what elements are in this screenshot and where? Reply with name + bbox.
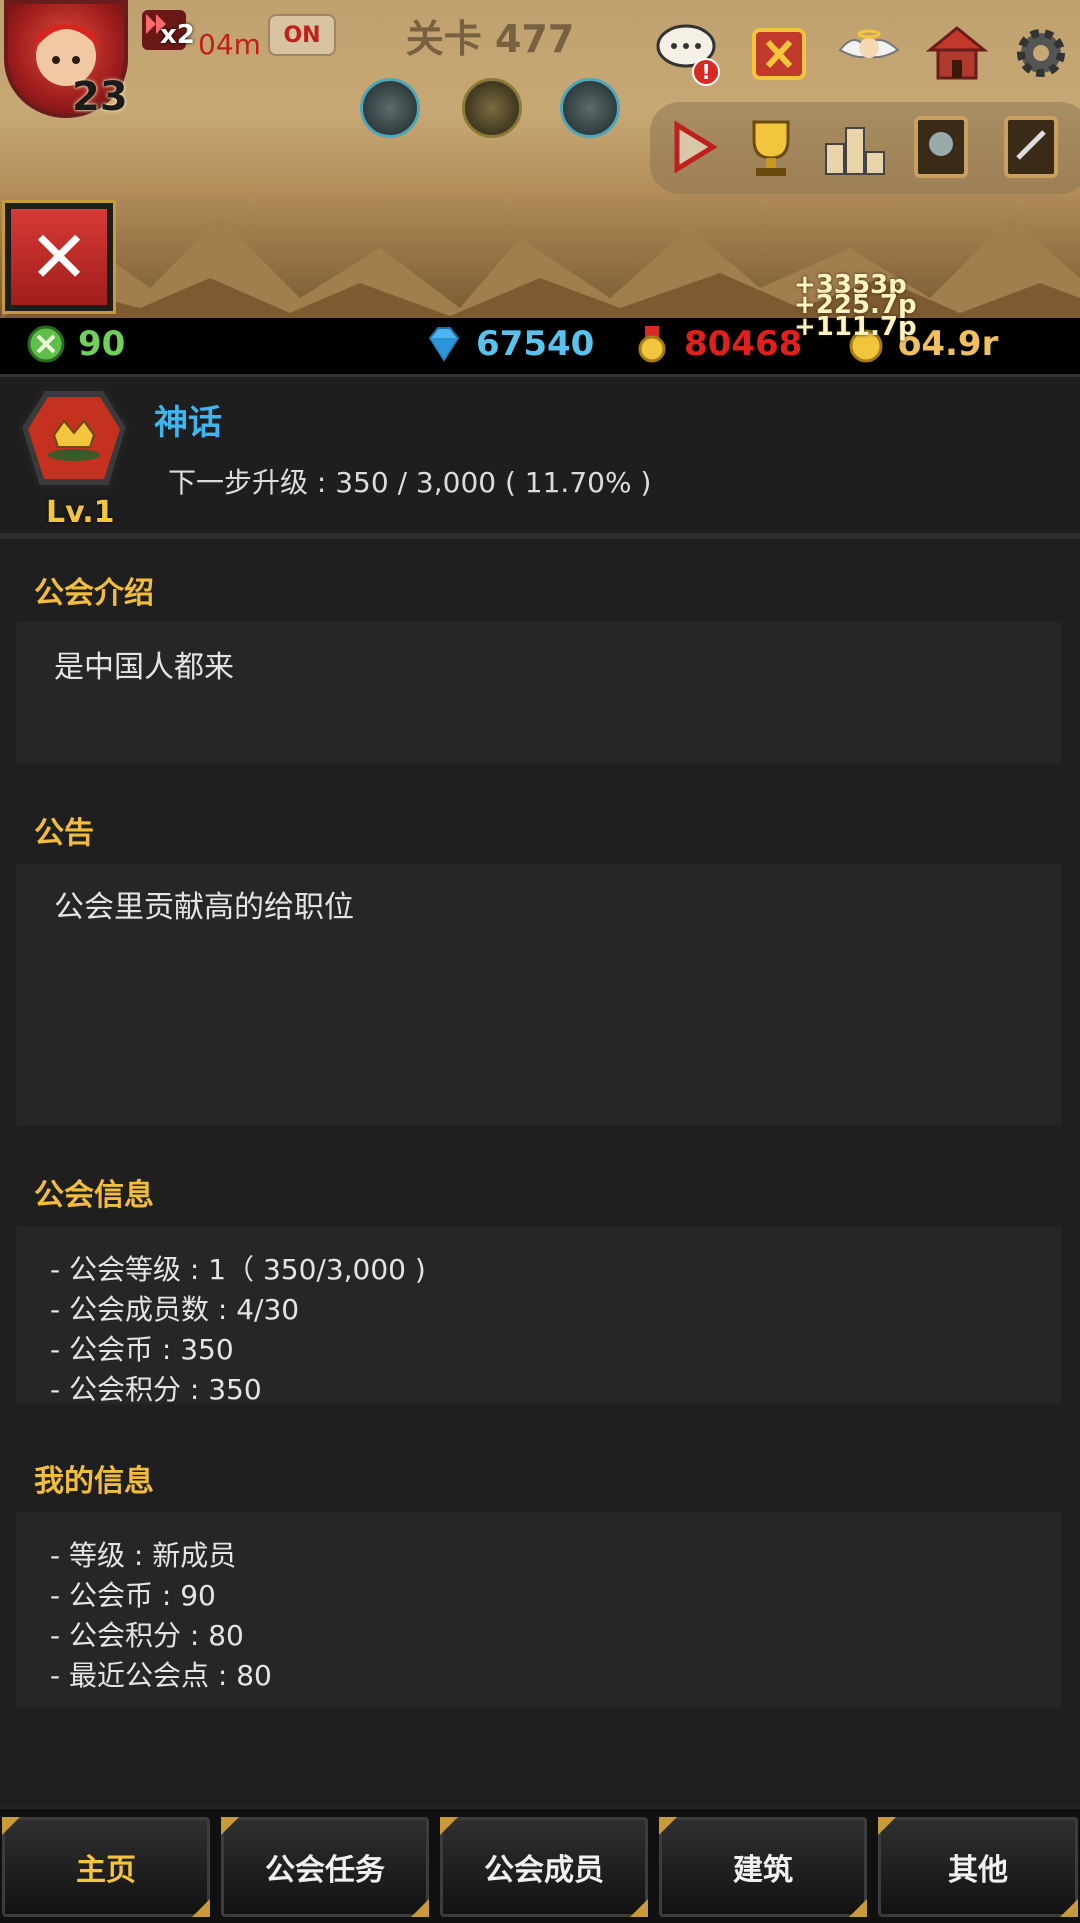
- my-info-line: - 公会币 : 90: [50, 1579, 216, 1612]
- mountain-background: [0, 218, 1080, 318]
- tab-guild-members[interactable]: 公会成员: [440, 1817, 648, 1917]
- shop-house-icon[interactable]: [924, 20, 990, 86]
- guild-info-title: 公会信息: [34, 1178, 154, 1213]
- medal-counter: 80468: [632, 324, 802, 364]
- my-info-line: - 最近公会点 : 80: [50, 1659, 272, 1692]
- skill-slot-2[interactable]: [462, 78, 522, 138]
- ranking-podium-icon[interactable]: [818, 110, 892, 184]
- guild-coin-value: 90: [78, 324, 126, 364]
- event-shield-icon[interactable]: [746, 20, 812, 86]
- svg-text:!: !: [701, 60, 710, 84]
- guild-info-line: - 公会币 : 350: [50, 1333, 234, 1366]
- guild-intro-title: 公会介绍: [34, 576, 154, 611]
- tab-guild-quests[interactable]: 公会任务: [221, 1817, 429, 1917]
- notice-panel: 公会里贡献高的给职位: [16, 864, 1062, 1126]
- my-info-line: - 公会积分 : 80: [50, 1619, 244, 1652]
- hero-book-icon[interactable]: [904, 110, 978, 184]
- guild-intro-text: 是中国人都来: [54, 650, 234, 685]
- quest-book-icon[interactable]: [994, 110, 1068, 184]
- angel-icon[interactable]: [836, 20, 902, 86]
- play-icon[interactable]: [656, 110, 730, 184]
- guild-name: 神话: [154, 403, 222, 443]
- notice-text: 公会里贡献高的给职位: [54, 890, 354, 925]
- speed-toggle[interactable]: ON: [268, 14, 336, 56]
- close-button[interactable]: ✕: [2, 200, 116, 314]
- guild-upgrade-progress: 下一步升级 : 350 / 3,000 ( 11.70% ): [168, 466, 652, 499]
- speed-multiplier: x2: [160, 20, 195, 50]
- guild-info-panel: - 公会等级 : 1（ 350/3,000 ) - 公会成员数 : 4/30 -…: [16, 1226, 1062, 1406]
- my-info-title: 我的信息: [34, 1464, 154, 1499]
- guild-info-line: - 公会成员数 : 4/30: [50, 1293, 300, 1326]
- skill-slot-1[interactable]: [360, 78, 420, 138]
- chat-alert-icon[interactable]: !: [656, 20, 722, 86]
- floating-gain-text: +111.7p: [794, 312, 917, 342]
- guild-intro-panel: 是中国人都来: [16, 622, 1062, 764]
- my-info-line: - 等级 : 新成员: [50, 1539, 237, 1572]
- game-scene: 23 x2 04m ON 关卡 477 ! ✕ +3353p +225.7p: [0, 0, 1080, 318]
- player-level: 23: [72, 74, 128, 120]
- tab-other[interactable]: 其他: [878, 1817, 1078, 1917]
- guild-coin-counter: 90: [26, 324, 125, 364]
- gear-icon[interactable]: [1008, 20, 1074, 86]
- medal-icon: [638, 326, 666, 363]
- tab-home[interactable]: 主页: [2, 1817, 210, 1917]
- skill-slot-3[interactable]: [560, 78, 620, 138]
- guild-coin-icon: [27, 325, 65, 363]
- close-icon: ✕: [11, 209, 107, 305]
- guild-info-line: - 公会积分 : 350: [50, 1373, 262, 1406]
- guild-header: Lv.1 神话 下一步升级 : 350 / 3,000 ( 11.70% ): [0, 377, 1080, 539]
- gem-icon: [428, 327, 460, 362]
- gem-counter: 67540: [424, 324, 594, 364]
- gem-value: 67540: [476, 324, 595, 364]
- guild-info-line: - 公会等级 : 1（ 350/3,000 ): [50, 1253, 426, 1286]
- notice-title: 公告: [34, 816, 94, 851]
- resource-bar: 90 67540 80468 o4.9r +111.7p: [0, 312, 1080, 377]
- bottom-nav: 主页 公会任务 公会成员 建筑 其他: [0, 1806, 1080, 1923]
- stage-title: 关卡 477: [405, 17, 575, 61]
- speed-timer: 04m: [198, 28, 261, 61]
- guild-emblem-icon: [17, 387, 131, 489]
- tab-buildings[interactable]: 建筑: [659, 1817, 867, 1917]
- trophy-icon[interactable]: [734, 110, 808, 184]
- guild-level: Lv.1: [46, 495, 115, 530]
- my-info-panel: - 等级 : 新成员 - 公会币 : 90 - 公会积分 : 80 - 最近公会…: [16, 1512, 1062, 1708]
- medal-value: 80468: [684, 324, 803, 364]
